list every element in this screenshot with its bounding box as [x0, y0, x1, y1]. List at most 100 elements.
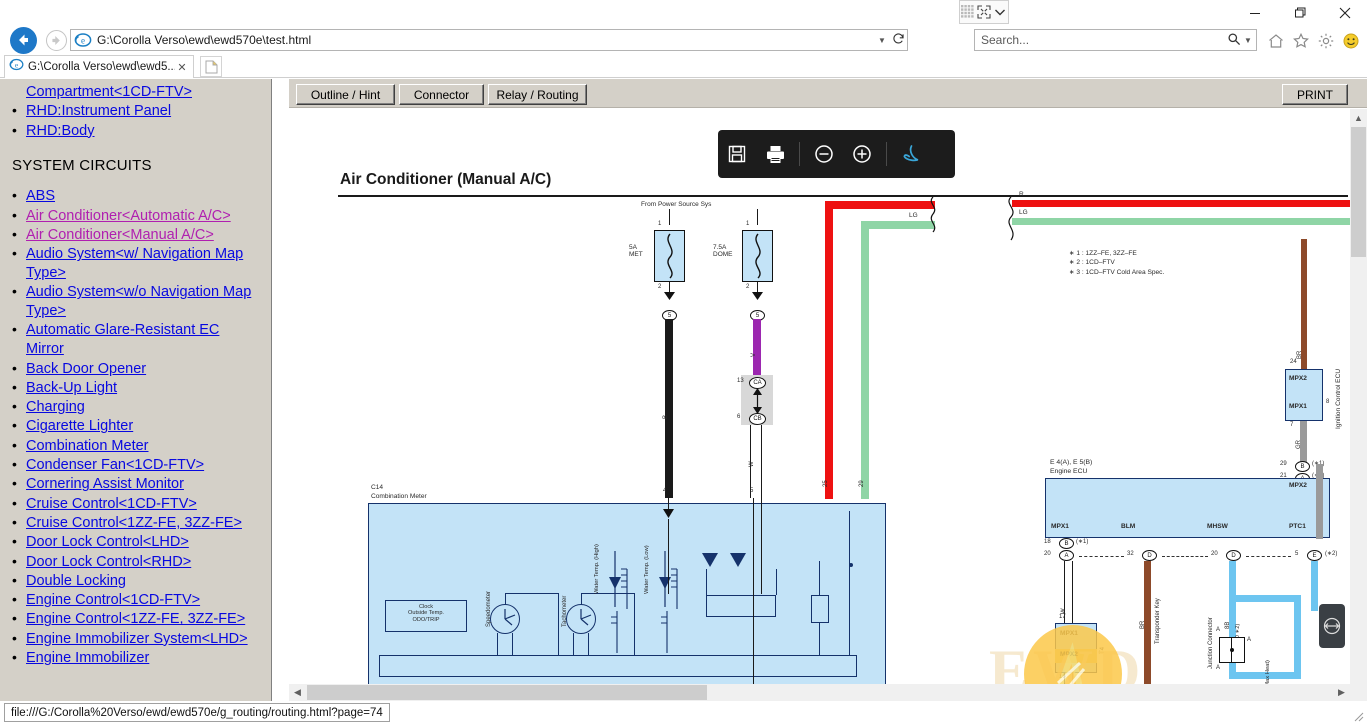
diagram-viewport[interactable]: Air Conditioner (Manual A/C) From Power … — [289, 109, 1367, 701]
save-icon[interactable] — [718, 130, 756, 178]
gear-icon[interactable] — [1315, 31, 1337, 51]
list-item: Compartment<1CD-FTV> — [26, 83, 259, 102]
pdf-floating-toolbar[interactable] — [718, 130, 955, 178]
sidebar-link[interactable]: Audio System<w/o Navigation Map Type> — [26, 284, 251, 319]
sidebar-link[interactable]: Engine Control<1ZZ-FE, 3ZZ-FE> — [26, 611, 245, 627]
tab-outline-hint[interactable]: Outline / Hint — [296, 84, 395, 105]
home-icon[interactable] — [1265, 31, 1287, 51]
grid-icon[interactable] — [961, 5, 975, 19]
fuse-met-element-icon — [667, 233, 673, 279]
list-item: Back-Up Light — [12, 379, 259, 398]
wire-psrc-1 — [669, 209, 670, 225]
content-vertical-scrollbar[interactable]: ▲ ▼ — [1350, 109, 1367, 701]
sidebar-link[interactable]: RHD:Body — [26, 123, 95, 139]
list-item: Cornering Assist Monitor — [12, 475, 259, 494]
resize-grip-icon[interactable] — [1350, 708, 1364, 722]
sidebar-link[interactable]: Door Lock Control<LHD> — [26, 534, 189, 550]
print-icon[interactable] — [756, 130, 794, 178]
star-icon[interactable] — [1290, 31, 1312, 51]
wire-gray-side — [1316, 464, 1323, 539]
search-placeholder[interactable]: Search... — [981, 33, 1224, 47]
window-widget-group[interactable] — [959, 0, 1009, 24]
browser-tab-active[interactable]: e G:\Corolla Verso\ewd\ewd5... ✕ — [4, 55, 194, 78]
sidebar-link[interactable]: Back-Up Light — [26, 380, 117, 396]
smiley-icon[interactable] — [1340, 31, 1362, 51]
tab-relay-routing[interactable]: Relay / Routing — [488, 84, 587, 105]
sidebar-link[interactable]: Double Locking — [26, 573, 126, 589]
fuse-dome-element-icon — [755, 233, 761, 279]
search-icon[interactable] — [1224, 32, 1244, 49]
content-vscroll-thumb[interactable] — [1351, 127, 1366, 257]
tab-close-icon[interactable]: ✕ — [175, 61, 189, 74]
transponder-pin-17: 17 — [1059, 614, 1066, 620]
terminal-engine-d2: D — [1226, 550, 1241, 561]
engine-ecu-code: E 4(A), E 5(B) — [1050, 459, 1093, 466]
fullscreen-icon[interactable] — [977, 5, 991, 19]
sidebar-link[interactable]: Back Door Opener — [26, 361, 146, 377]
list-item: Automatic Glare-Resistant EC Mirror — [12, 321, 259, 359]
back-button[interactable] — [6, 26, 40, 54]
address-bar[interactable]: e G:\Corolla Verso\ewd\ewd570e\test.html… — [70, 29, 908, 51]
sidebar-link[interactable]: Door Lock Control<RHD> — [26, 554, 191, 570]
sidebar-link[interactable]: Automatic Glare-Resistant EC Mirror — [26, 322, 219, 357]
tacho-leg2 — [588, 633, 590, 655]
sidebar-link[interactable]: Combination Meter — [26, 438, 149, 454]
watermark-logo — [1024, 625, 1122, 684]
search-box[interactable]: Search... ▼ — [974, 29, 1257, 51]
acrobat-icon[interactable] — [892, 130, 930, 178]
engine-blm-label: BLM — [1121, 523, 1136, 530]
connector-cb-pin: 6 — [737, 414, 741, 420]
sidebar-link[interactable]: Air Conditioner<Manual A/C> — [26, 227, 214, 243]
list-item: Audio System<w/ Navigation Map Type> — [12, 245, 259, 283]
address-dropdown-icon[interactable]: ▼ — [875, 36, 889, 45]
maximize-button[interactable] — [1277, 0, 1322, 26]
water-temp-high-symbol-icon — [609, 551, 628, 653]
engine-ecu-box — [1045, 478, 1330, 538]
minimize-button[interactable] — [1232, 0, 1277, 26]
sidebar-link[interactable]: Cruise Control<1ZZ-FE, 3ZZ-FE> — [26, 515, 242, 531]
chevron-down-icon[interactable] — [993, 5, 1007, 19]
sidebar-link[interactable]: Engine Immobilizer — [26, 650, 149, 666]
refresh-icon[interactable] — [889, 32, 907, 48]
speedometer-label: Speedometer — [486, 590, 492, 627]
wire-lb-4 — [1229, 595, 1301, 602]
content-scroll-up-icon[interactable]: ▲ — [1350, 109, 1367, 126]
sidebar-link[interactable]: Engine Immobilizer System<LHD> — [26, 631, 248, 647]
sidebar-link[interactable]: Charging — [26, 399, 85, 415]
sidebar-link[interactable]: Cruise Control<1CD-FTV> — [26, 496, 197, 512]
sidebar-link[interactable]: Cornering Assist Monitor — [26, 476, 184, 492]
forward-button[interactable] — [42, 26, 70, 54]
sidebar-frame[interactable]: Compartment<1CD-FTV> RHD:Instrument Panel… — [0, 79, 272, 701]
address-text[interactable]: G:\Corolla Verso\ewd\ewd570e\test.html — [97, 33, 875, 47]
sidebar-link[interactable]: Audio System<w/ Navigation Map Type> — [26, 246, 243, 281]
content-scroll-left-icon[interactable]: ◀ — [289, 684, 306, 701]
new-tab-button[interactable] — [200, 56, 222, 77]
tab-strip: e G:\Corolla Verso\ewd\ewd5... ✕ — [0, 54, 1367, 78]
print-button[interactable]: PRINT — [1282, 84, 1348, 105]
tab-connector[interactable]: Connector — [399, 84, 484, 105]
tacho-leg1 — [573, 633, 575, 655]
sidebar-link[interactable]: Compartment<1CD-FTV> — [26, 84, 192, 100]
pan-control[interactable] — [1319, 604, 1345, 648]
engine-pin-20a: 20 — [1044, 551, 1051, 557]
search-dropdown-icon[interactable]: ▼ — [1244, 36, 1256, 45]
sidebar-link[interactable]: Engine Control<1CD-FTV> — [26, 592, 200, 608]
sidebar-link[interactable]: Condenser Fan<1CD-FTV> — [26, 457, 204, 473]
content-horizontal-scrollbar[interactable]: ◀ ▶ — [289, 684, 1367, 701]
zoom-in-icon[interactable] — [843, 130, 881, 178]
wire-red-right — [1012, 200, 1350, 207]
close-button[interactable] — [1322, 0, 1367, 26]
wire-green-right — [1012, 218, 1350, 225]
content-hscroll-thumb[interactable] — [307, 685, 707, 700]
sidebar-link[interactable]: Air Conditioner<Automatic A/C> — [26, 208, 231, 224]
content-scroll-right-icon[interactable]: ▶ — [1333, 684, 1350, 701]
zoom-out-icon[interactable] — [805, 130, 843, 178]
list-item: Double Locking — [12, 572, 259, 591]
fuse-met-pin-top: 1 — [658, 221, 662, 227]
ie-logo-icon: e — [74, 31, 92, 49]
sidebar-link[interactable]: ABS — [26, 188, 55, 204]
sidebar-link[interactable]: Cigarette Lighter — [26, 418, 133, 434]
engine-mpx1-label: MPX1 — [1051, 523, 1069, 530]
connector-arrows-icon — [753, 388, 762, 414]
sidebar-link[interactable]: RHD:Instrument Panel — [26, 103, 171, 119]
